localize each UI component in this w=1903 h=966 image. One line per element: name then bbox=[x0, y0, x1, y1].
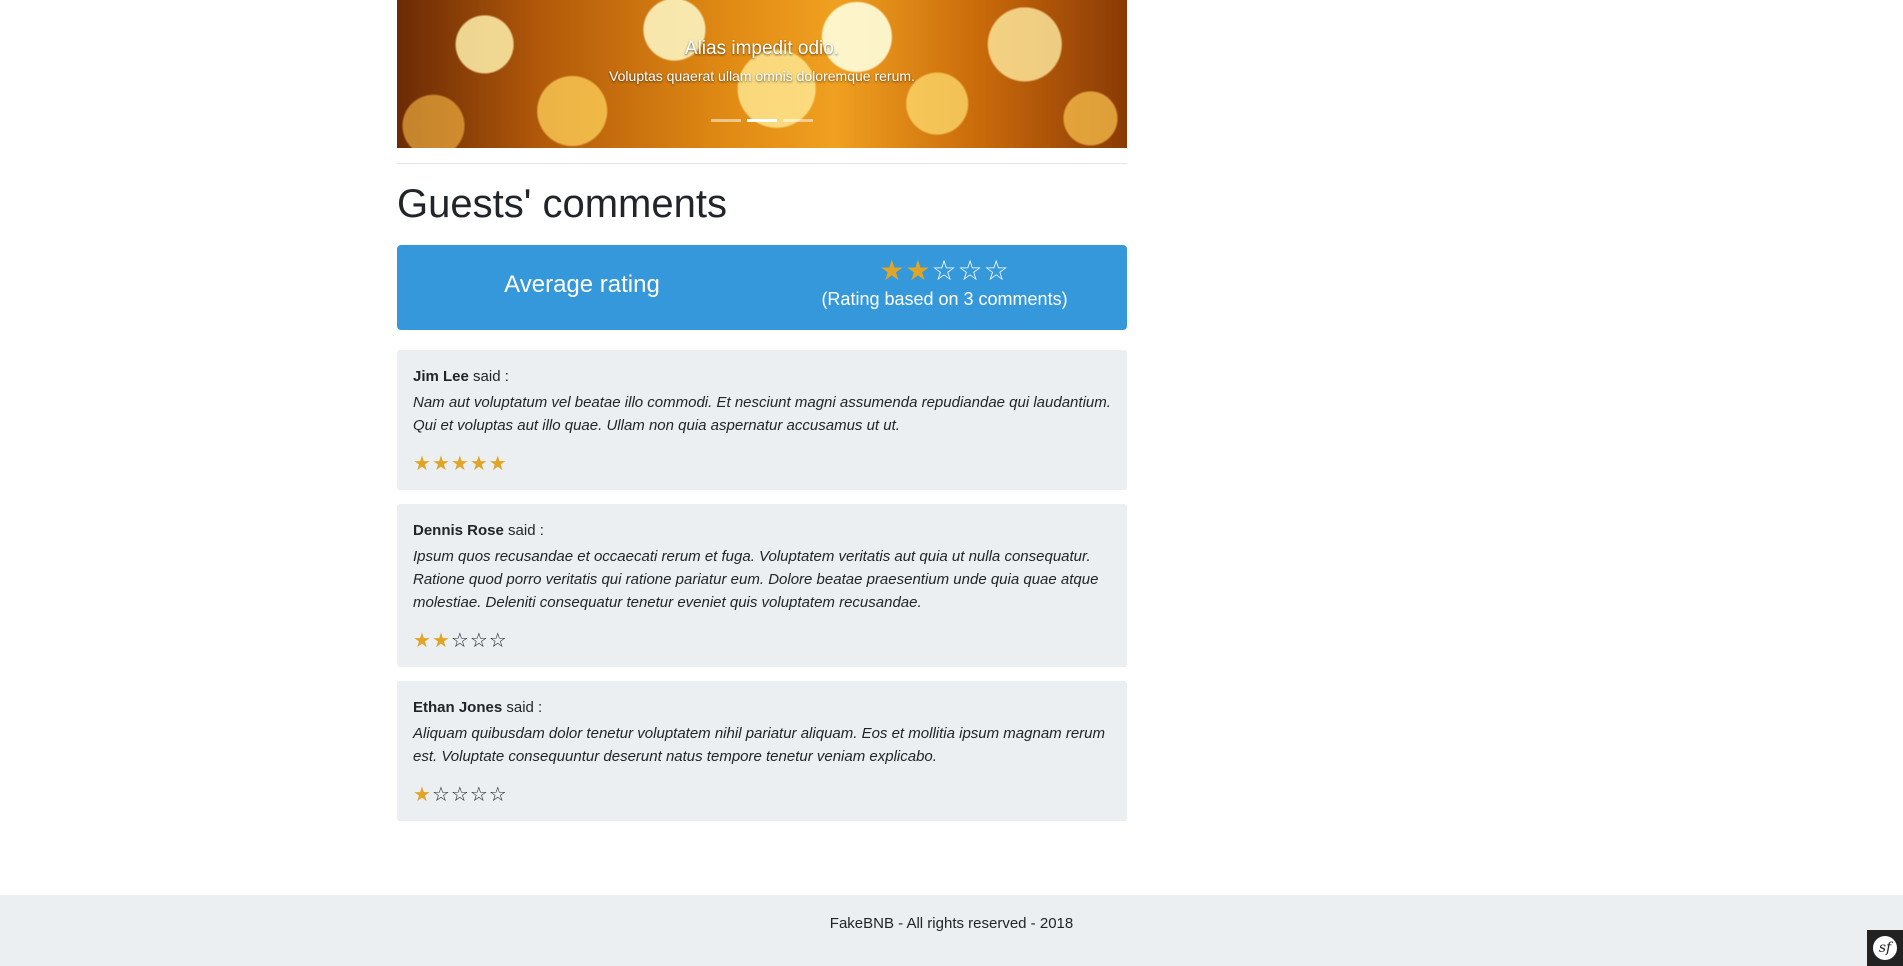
comment-said: said : bbox=[508, 522, 544, 539]
carousel-indicator-active[interactable] bbox=[747, 119, 777, 122]
page-footer: FakeBNB - All rights reserved - 2018 bbox=[0, 895, 1903, 966]
average-rating-box: Average rating ★★☆☆☆ (Rating based on 3 … bbox=[397, 245, 1127, 330]
star-outline-icon: ☆ bbox=[957, 254, 984, 287]
comment-author-line: Dennis Rose said : bbox=[413, 522, 1111, 539]
star-icon: ★ bbox=[413, 782, 432, 806]
star-outline-icon: ☆ bbox=[488, 628, 508, 652]
star-outline-icon: ☆ bbox=[431, 782, 451, 806]
average-rating-stars: ★★☆☆☆ bbox=[762, 255, 1127, 287]
section-divider bbox=[397, 163, 1127, 164]
comment-text: Aliquam quibusdam dolor tenetur voluptat… bbox=[413, 725, 1105, 765]
rating-count: (Rating based on 3 comments) bbox=[821, 289, 1068, 309]
main-container: Alias impedit odio. Voluptas quaerat ull… bbox=[397, 0, 1127, 821]
star-icon: ★ bbox=[413, 628, 432, 652]
star-icon: ★ bbox=[488, 451, 508, 475]
star-icon: ★ bbox=[431, 451, 451, 475]
image-carousel[interactable]: Alias impedit odio. Voluptas quaerat ull… bbox=[397, 0, 1127, 148]
star-icon: ★ bbox=[431, 628, 451, 652]
carousel-indicators bbox=[397, 119, 1127, 122]
average-rating-label: Average rating bbox=[504, 271, 660, 298]
comment-author-line: Ethan Jones said : bbox=[413, 699, 1111, 716]
star-outline-icon: ☆ bbox=[983, 254, 1010, 287]
star-outline-icon: ☆ bbox=[931, 254, 958, 287]
star-icon: ★ bbox=[469, 451, 489, 475]
comment-author: Jim Lee bbox=[413, 368, 469, 385]
star-outline-icon: ☆ bbox=[488, 782, 508, 806]
star-icon: ★ bbox=[413, 451, 432, 475]
average-rating-panel: ★★☆☆☆ (Rating based on 3 comments) bbox=[762, 255, 1127, 310]
star-icon: ★ bbox=[879, 254, 906, 287]
star-outline-icon: ☆ bbox=[450, 782, 470, 806]
footer-text: FakeBNB - All rights reserved - 2018 bbox=[829, 915, 1074, 932]
comment-said: said : bbox=[506, 699, 543, 716]
comment-author: Ethan Jones bbox=[413, 699, 503, 716]
comment-rating-stars: ★☆☆☆☆ bbox=[413, 782, 1111, 806]
page-title: Guests' comments bbox=[397, 182, 727, 226]
star-outline-icon: ☆ bbox=[469, 782, 489, 806]
carousel-caption: Alias impedit odio. Voluptas quaerat ull… bbox=[397, 38, 1127, 84]
comment-card: Jim Lee said : Nam aut voluptatum vel be… bbox=[397, 350, 1127, 490]
star-icon: ★ bbox=[450, 451, 470, 475]
star-outline-icon: ☆ bbox=[469, 628, 489, 652]
comment-said: said : bbox=[473, 368, 509, 385]
carousel-indicator[interactable] bbox=[711, 119, 741, 122]
carousel-indicator[interactable] bbox=[783, 119, 813, 122]
symfony-icon: sf bbox=[1873, 936, 1897, 960]
comment-rating-stars: ★★★★★ bbox=[413, 451, 1111, 475]
debug-toolbar-toggle[interactable]: sf bbox=[1867, 930, 1903, 966]
comment-card: Dennis Rose said : Ipsum quos recusandae… bbox=[397, 504, 1127, 667]
star-outline-icon: ☆ bbox=[450, 628, 470, 652]
carousel-caption-text: Voluptas quaerat ullam omnis doloremque … bbox=[609, 68, 915, 84]
comment-author: Dennis Rose bbox=[413, 522, 504, 539]
comment-text: Ipsum quos recusandae et occaecati rerum… bbox=[413, 548, 1099, 611]
star-icon: ★ bbox=[905, 254, 932, 287]
comment-rating-stars: ★★☆☆☆ bbox=[413, 628, 1111, 652]
comment-author-line: Jim Lee said : bbox=[413, 368, 1111, 385]
comment-card: Ethan Jones said : Aliquam quibusdam dol… bbox=[397, 681, 1127, 821]
comment-text: Nam aut voluptatum vel beatae illo commo… bbox=[413, 394, 1111, 434]
carousel-caption-title: Alias impedit odio. bbox=[684, 38, 840, 59]
